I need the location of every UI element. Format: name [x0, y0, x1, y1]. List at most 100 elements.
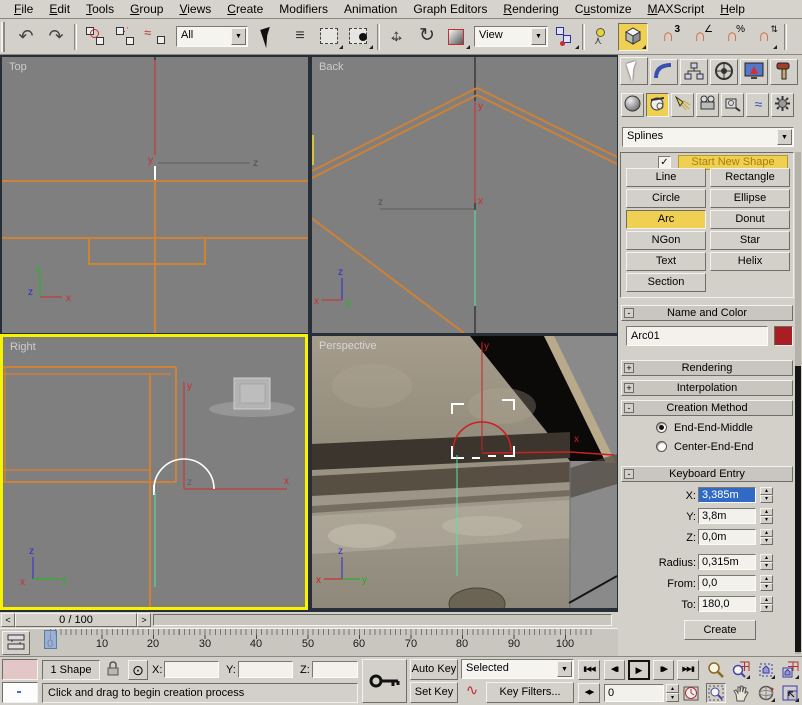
spinner-down-icon[interactable]: ▾ — [760, 516, 773, 524]
category-systems[interactable] — [771, 93, 794, 117]
shape-category-arrow-icon[interactable]: ▼ — [777, 129, 792, 145]
shape-button-ellipse[interactable]: Ellipse — [710, 189, 790, 208]
region-zoom-icon[interactable] — [706, 683, 726, 703]
viewport-top-canvas[interactable]: y z y x z — [2, 57, 308, 333]
select-by-name-icon[interactable]: ≡ — [286, 24, 314, 50]
keyboard-z-spinner[interactable]: ▴▾ — [760, 529, 773, 545]
time-slider[interactable]: 0 / 100 — [15, 613, 137, 627]
keyboard-x-field[interactable]: 3,385m — [698, 487, 756, 503]
current-frame-field[interactable]: 0 — [604, 684, 664, 702]
set-key-button[interactable]: Set Key — [410, 682, 458, 703]
auto-key-button[interactable]: Auto Key — [410, 659, 458, 680]
viewport-top-label[interactable]: Top — [9, 61, 27, 73]
shape-category-dropdown[interactable]: Splines ▼ — [622, 127, 794, 147]
select-and-manipulate-icon[interactable]: ⋏ — [588, 24, 616, 50]
play-button[interactable]: ▶ — [628, 660, 650, 680]
menu-item-graph-editors[interactable]: Graph Editors — [405, 2, 495, 16]
rollout-keyboard-entry[interactable]: - Keyboard Entry — [621, 466, 793, 482]
viewport-top[interactable]: Top y z y x z — [2, 57, 308, 333]
viewport-perspective-label[interactable]: Perspective — [319, 340, 376, 352]
tab-display[interactable] — [740, 59, 768, 85]
viewport-right-label[interactable]: Right — [10, 341, 36, 353]
reference-coordinate-dropdown[interactable]: View ▼ — [474, 26, 548, 47]
go-to-start-button[interactable]: ▮◀◀ — [578, 660, 600, 680]
absolute-offset-toggle-icon[interactable]: ⊙ — [128, 660, 148, 680]
radio-end-end-middle-label[interactable]: End-End-Middle — [674, 422, 753, 434]
selection-lock-icon[interactable] — [106, 661, 122, 679]
spinner-down-icon[interactable]: ▾ — [760, 583, 773, 591]
viewport-right-active[interactable]: Right y x z z y x — [0, 334, 308, 610]
tab-utilities[interactable] — [770, 59, 798, 85]
spinner-up-icon[interactable]: ▴ — [760, 529, 773, 537]
shape-button-star[interactable]: Star — [710, 231, 790, 250]
zoom-extents-all-icon[interactable] — [780, 660, 800, 680]
shape-button-helix[interactable]: Helix — [710, 252, 790, 271]
angle-snap-icon[interactable]: ∩ ∠ — [686, 24, 714, 50]
menu-item-customize[interactable]: Customize — [567, 2, 640, 16]
zoom-all-icon[interactable] — [731, 660, 751, 680]
spinner-down-icon[interactable]: ▾ — [760, 562, 773, 570]
collapse-icon[interactable]: - — [624, 469, 634, 479]
key-mode-toggle-button[interactable]: ◀▶ — [578, 683, 600, 703]
selection-filter-dropdown[interactable]: All ▼ — [176, 26, 248, 47]
category-lights[interactable] — [671, 93, 694, 117]
zoom-extents-icon[interactable] — [756, 660, 776, 680]
spinner-up-icon[interactable]: ▴ — [760, 575, 773, 583]
keyboard-radius-spinner[interactable]: ▴▾ — [760, 554, 773, 570]
menu-item-group[interactable]: Group — [122, 2, 171, 16]
tab-create[interactable] — [620, 57, 648, 85]
category-shapes[interactable] — [646, 93, 669, 117]
key-filter-scope-arrow-icon[interactable]: ▼ — [557, 661, 572, 677]
time-slider-prev-icon[interactable]: < — [1, 613, 15, 627]
expand-icon[interactable]: + — [624, 363, 634, 373]
key-filters-button[interactable]: Key Filters... — [486, 682, 574, 703]
menu-item-file[interactable]: File — [6, 2, 41, 16]
ruler[interactable]: 0 10 20 30 40 50 60 70 80 90 100 — [36, 629, 596, 657]
keyboard-to-spinner[interactable]: ▴▾ — [760, 596, 773, 612]
object-color-swatch[interactable] — [774, 326, 793, 346]
frame-spinner[interactable]: ▴▾ — [666, 684, 679, 702]
keyboard-y-spinner[interactable]: ▴▾ — [760, 508, 773, 524]
mini-listener[interactable] — [2, 682, 38, 703]
tab-modify[interactable] — [650, 59, 678, 85]
panel-scrollbar-thumb[interactable] — [795, 366, 801, 652]
spinner-up-icon[interactable]: ▴ — [760, 554, 773, 562]
window-crossing-toggle-icon[interactable] — [346, 24, 374, 50]
menu-item-help[interactable]: Help — [712, 2, 753, 16]
menu-item-views[interactable]: Views — [171, 2, 219, 16]
arc-rotate-icon[interactable] — [756, 683, 776, 703]
select-and-rotate-icon[interactable]: ↻ — [413, 24, 441, 50]
percent-snap-icon[interactable]: ∩ % — [718, 24, 746, 50]
menu-item-modifiers[interactable]: Modifiers — [271, 2, 336, 16]
mini-track-swatch[interactable] — [2, 659, 38, 680]
rollout-interpolation[interactable]: + Interpolation — [621, 380, 793, 396]
coord-z-field[interactable] — [312, 661, 358, 678]
time-slider-next-icon[interactable]: > — [137, 613, 151, 627]
expand-icon[interactable]: + — [624, 383, 634, 393]
menu-item-maxscript[interactable]: MAXScript — [640, 2, 713, 16]
snaps-toggle-icon[interactable] — [618, 23, 648, 51]
panel-scrollbar[interactable] — [795, 152, 801, 654]
select-object-icon[interactable] — [254, 24, 282, 50]
time-configuration-icon[interactable] — [683, 684, 701, 702]
set-keys-button[interactable] — [362, 659, 407, 703]
toolbar-grip[interactable] — [1, 22, 5, 52]
shape-button-donut[interactable]: Donut — [710, 210, 790, 229]
collapse-icon[interactable]: - — [624, 308, 634, 318]
menu-item-edit[interactable]: Edit — [41, 2, 78, 16]
spinner-up-icon[interactable]: ▴ — [760, 596, 773, 604]
spinner-up-icon[interactable]: ▴ — [666, 684, 679, 693]
min-max-toggle-icon[interactable] — [780, 683, 800, 703]
keyboard-from-spinner[interactable]: ▴▾ — [760, 575, 773, 591]
rectangular-selection-region-icon[interactable] — [316, 24, 344, 50]
spinner-up-icon[interactable]: ▴ — [760, 508, 773, 516]
pan-icon[interactable] — [731, 683, 751, 703]
menu-item-rendering[interactable]: Rendering — [495, 2, 566, 16]
shape-button-text[interactable]: Text — [626, 252, 706, 271]
shape-button-circle[interactable]: Circle — [626, 189, 706, 208]
undo-icon[interactable]: ↶ — [12, 24, 40, 50]
viewport-back-canvas[interactable]: y x z z x y — [312, 57, 617, 333]
radio-center-end-end[interactable] — [656, 441, 667, 452]
rollout-rendering[interactable]: + Rendering — [621, 360, 793, 376]
menu-item-animation[interactable]: Animation — [336, 2, 405, 16]
